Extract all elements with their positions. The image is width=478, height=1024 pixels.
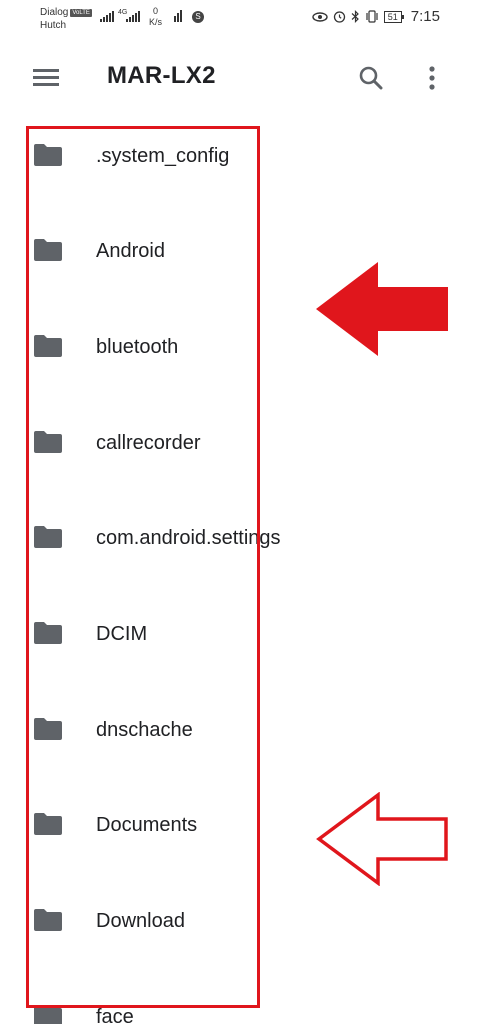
- network-speed: 0 K/s: [149, 6, 162, 28]
- vibrate-icon: [366, 10, 378, 23]
- signal-strength-icon-2: [126, 10, 140, 22]
- notification-s-icon: S: [192, 11, 204, 23]
- folder-icon: [34, 1005, 62, 1024]
- list-item-dcim[interactable]: DCIM: [0, 586, 300, 682]
- file-list: .system_config Android bluetooth callrec…: [0, 96, 478, 1024]
- file-name: .system_config: [96, 145, 230, 167]
- list-item-android[interactable]: Android: [0, 203, 300, 299]
- carrier-1: Dialog: [40, 7, 69, 18]
- folder-icon: [34, 431, 62, 453]
- file-name: DCIM: [96, 623, 148, 645]
- page-title: MAR-LX2: [107, 62, 216, 89]
- eye-comfort-icon: [312, 11, 328, 22]
- folder-icon: [34, 813, 62, 835]
- list-item-dnschache[interactable]: dnschache: [0, 682, 300, 778]
- clock: 7:15: [410, 8, 440, 25]
- volte-badge: VoLTE: [70, 9, 92, 17]
- list-item-bluetooth[interactable]: bluetooth: [0, 299, 300, 395]
- search-icon[interactable]: [357, 64, 385, 92]
- folder-icon: [34, 526, 62, 548]
- speed-unit: K/s: [149, 17, 163, 27]
- file-name: callrecorder: [96, 432, 201, 454]
- folder-icon: [34, 622, 62, 644]
- file-name: Android: [96, 240, 165, 262]
- file-name: face: [96, 1006, 134, 1024]
- file-name: bluetooth: [96, 336, 179, 358]
- bluetooth-icon: [351, 10, 359, 23]
- folder-icon: [34, 144, 62, 166]
- list-item-documents[interactable]: Documents: [0, 777, 300, 873]
- file-name: Documents: [96, 814, 198, 836]
- file-name: dnschache: [96, 719, 193, 741]
- list-item-system-config[interactable]: .system_config: [0, 108, 300, 204]
- status-bar: Dialog VoLTE Hutch 4G 0 K/s S 51 7:15: [0, 0, 478, 40]
- status-icons-right: 51 7:15: [312, 8, 440, 25]
- hamburger-menu-icon[interactable]: [33, 67, 59, 87]
- carrier-2: Hutch: [40, 20, 67, 31]
- data-activity-icon: [174, 10, 182, 22]
- list-item-callrecorder[interactable]: callrecorder: [0, 395, 300, 491]
- signal-strength-icon: [100, 10, 114, 22]
- folder-icon: [34, 239, 62, 261]
- alarm-icon: [333, 11, 345, 23]
- folder-icon: [34, 335, 62, 357]
- carrier-info: Dialog VoLTE Hutch: [40, 6, 92, 32]
- folder-icon: [34, 718, 62, 740]
- more-vert-icon[interactable]: [420, 64, 444, 92]
- speed-value: 0: [153, 6, 159, 16]
- list-item-download[interactable]: Download: [0, 873, 300, 969]
- folder-icon: [34, 909, 62, 931]
- list-item-face[interactable]: face: [0, 969, 300, 1024]
- file-name: com.android.settings: [96, 527, 281, 549]
- file-name: Download: [96, 910, 185, 932]
- battery-icon: 51: [383, 10, 404, 23]
- list-item-com-android-settings[interactable]: com.android.settings: [0, 490, 300, 586]
